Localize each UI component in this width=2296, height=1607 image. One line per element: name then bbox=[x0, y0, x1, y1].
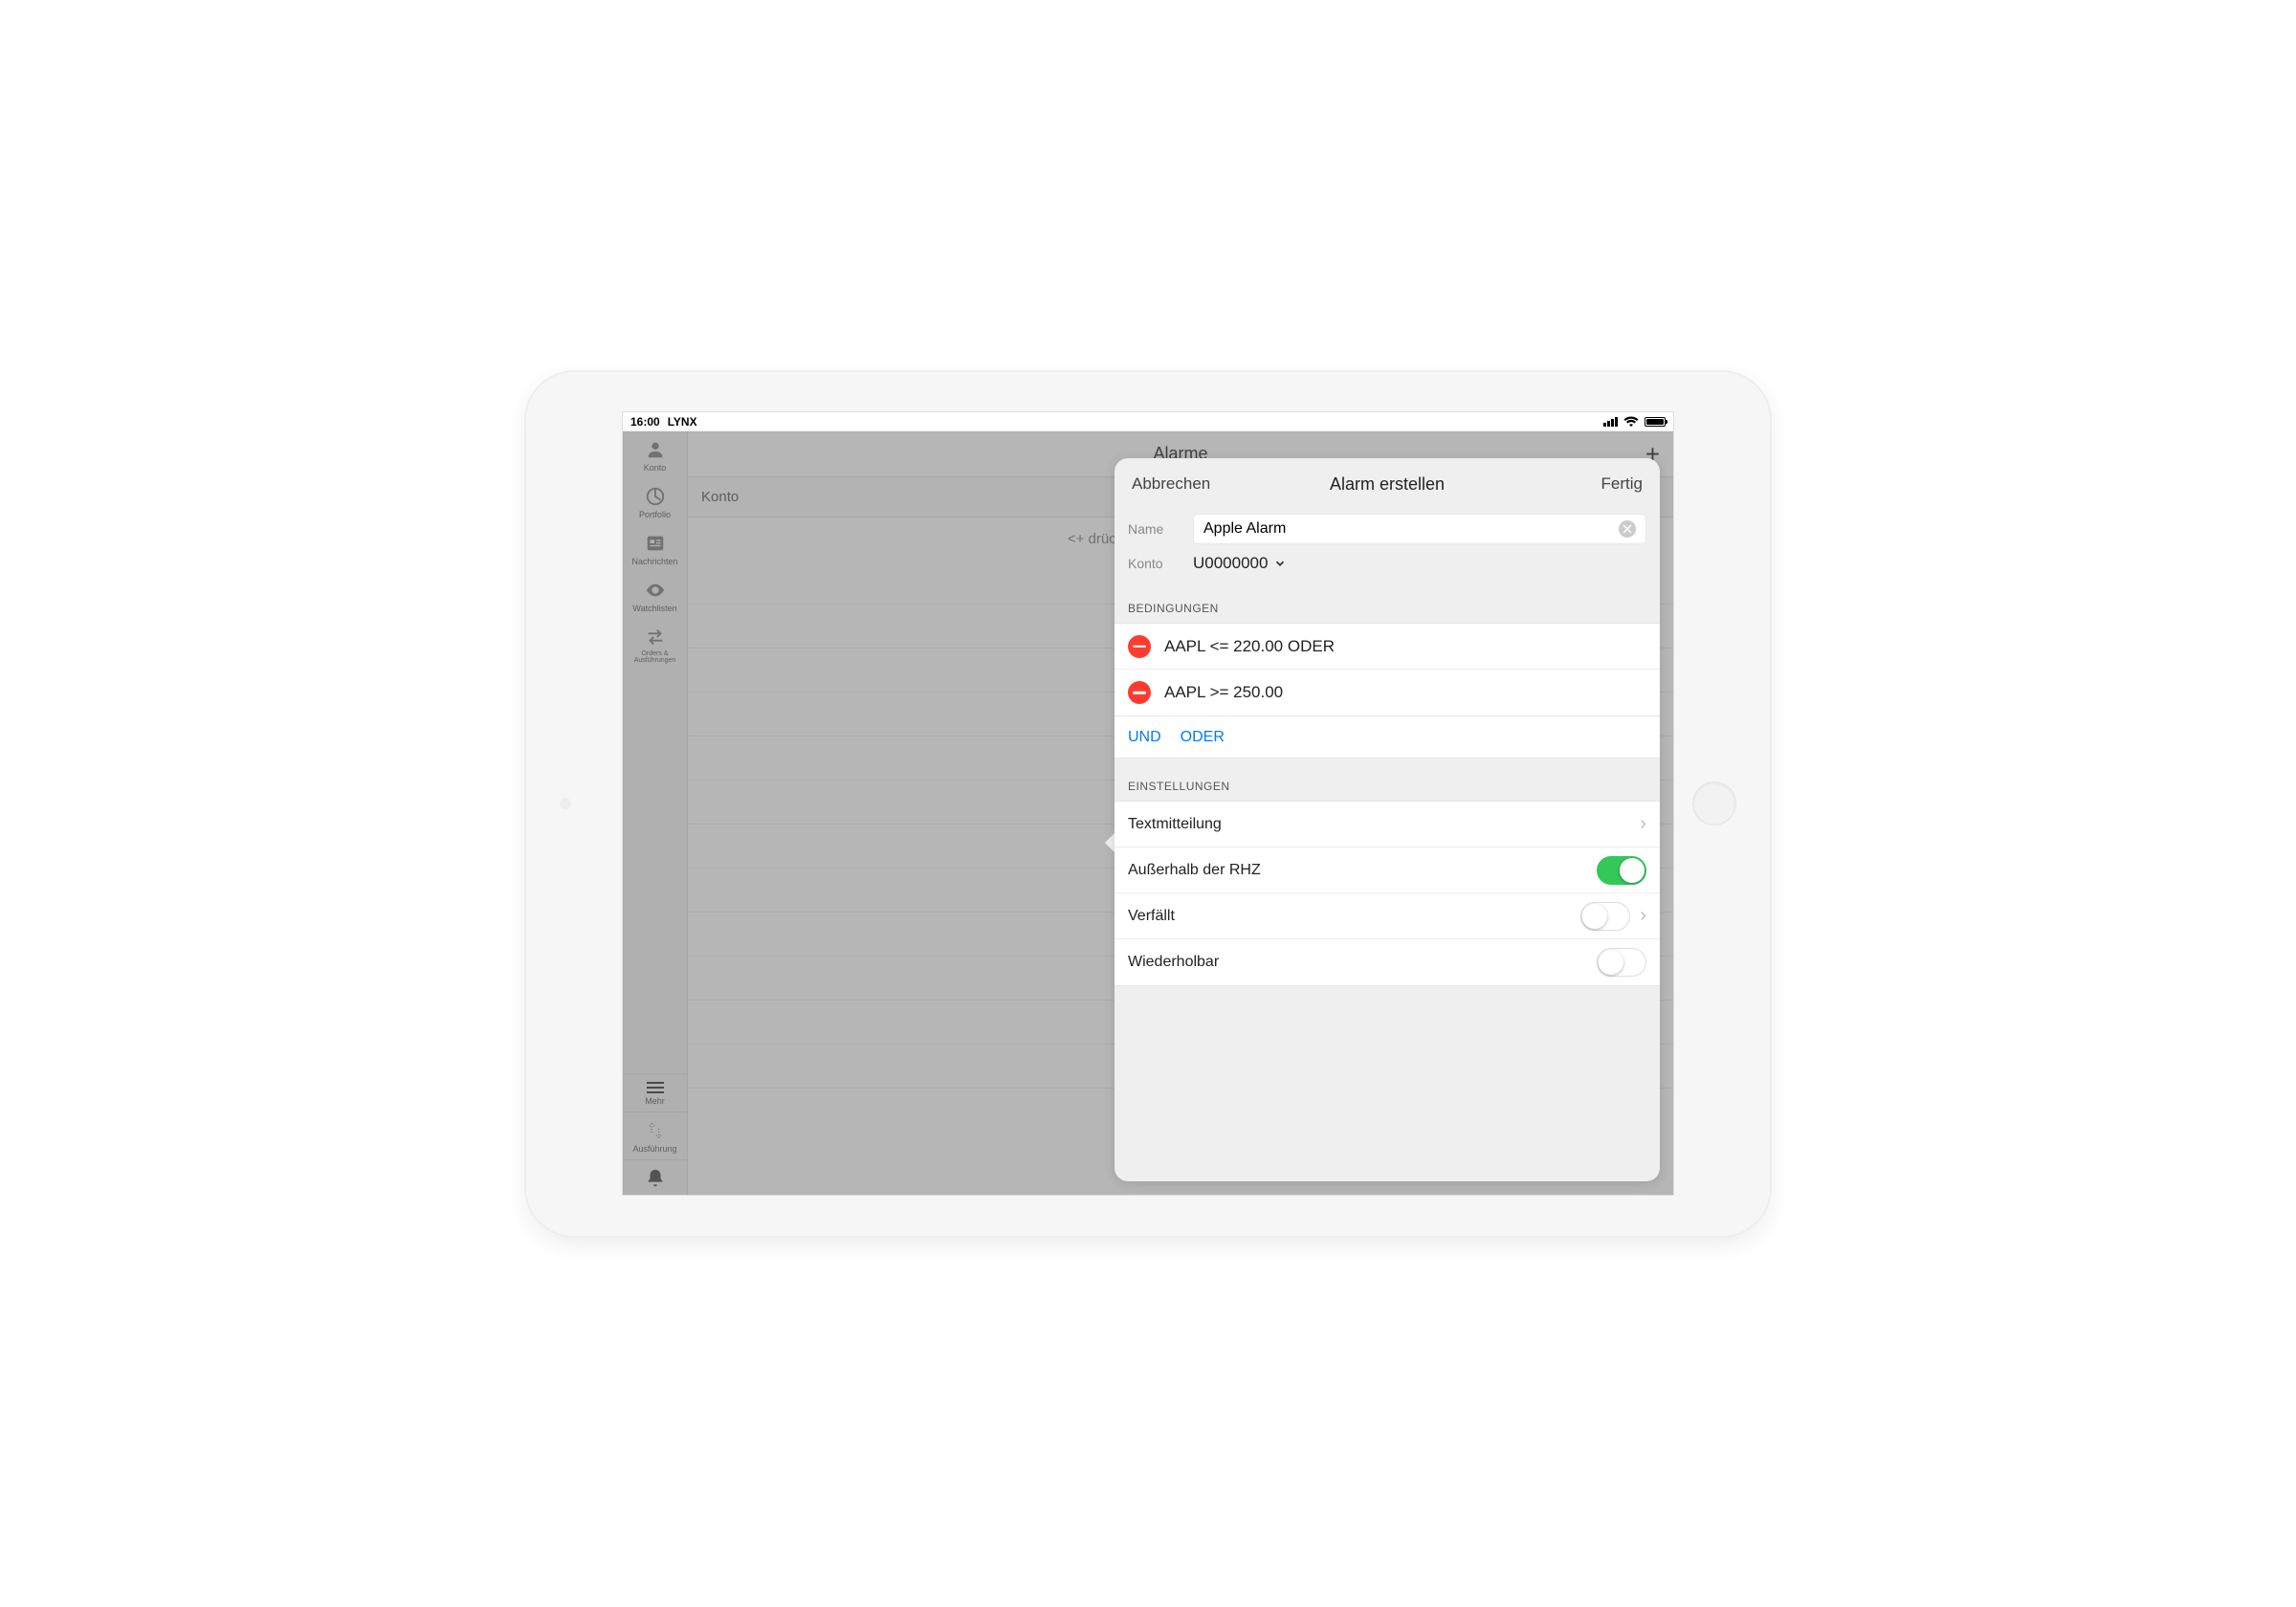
eye-icon bbox=[645, 580, 666, 601]
modal-header: Abbrechen Alarm erstellen Fertig bbox=[1115, 458, 1660, 510]
status-bar: 16:00 LYNX bbox=[623, 412, 1673, 431]
transfer-icon bbox=[645, 1120, 666, 1141]
sidebar-item-orders[interactable]: Orders & Ausführungen bbox=[623, 619, 687, 670]
sidebar-item-label: Ausführung bbox=[632, 1144, 676, 1154]
portfolio-icon bbox=[645, 486, 666, 507]
sidebar: Konto Portfolio Nachrichten Watchli bbox=[623, 431, 688, 1195]
user-icon bbox=[645, 439, 666, 460]
name-label: Name bbox=[1128, 521, 1180, 537]
sidebar-item-label: Konto bbox=[644, 463, 667, 473]
chevron-down-icon bbox=[1273, 557, 1287, 570]
battery-icon bbox=[1645, 417, 1666, 427]
screen: 16:00 LYNX Konto bbox=[622, 411, 1674, 1196]
home-button[interactable] bbox=[1692, 781, 1736, 826]
remove-condition-button[interactable] bbox=[1128, 681, 1151, 704]
setting-label: Wiederholbar bbox=[1128, 954, 1219, 971]
tablet-camera bbox=[560, 798, 571, 809]
sidebar-item-nachrichten[interactable]: Nachrichten bbox=[623, 525, 687, 572]
condition-text: AAPL <= 220.00 ODER bbox=[1164, 637, 1335, 656]
setting-label: Textmitteilung bbox=[1128, 816, 1222, 833]
sidebar-item-label: Mehr bbox=[645, 1096, 665, 1106]
setting-verfaellt[interactable]: Verfällt › bbox=[1115, 893, 1660, 939]
or-button[interactable]: ODER bbox=[1181, 729, 1225, 746]
expires-toggle[interactable] bbox=[1580, 902, 1630, 931]
conditions-header: BEDINGUNGEN bbox=[1115, 581, 1660, 623]
sidebar-item-label: Nachrichten bbox=[631, 557, 677, 566]
status-time: 16:00 bbox=[630, 415, 660, 429]
repeat-toggle[interactable] bbox=[1597, 948, 1646, 977]
rhz-toggle[interactable] bbox=[1597, 856, 1646, 885]
chevron-right-icon: › bbox=[1640, 813, 1646, 835]
name-input-wrap[interactable] bbox=[1193, 514, 1646, 544]
logic-row: UND ODER bbox=[1115, 716, 1660, 759]
tablet-frame: 16:00 LYNX Konto bbox=[526, 372, 1770, 1236]
setting-label: Außerhalb der RHZ bbox=[1128, 862, 1261, 879]
account-row[interactable]: Konto U0000000 bbox=[1115, 548, 1660, 581]
settings-list: Textmitteilung › Außerhalb der RHZ Verfä… bbox=[1115, 801, 1660, 986]
name-row: Name bbox=[1115, 510, 1660, 548]
filter-label: Konto bbox=[701, 489, 739, 505]
account-value: U0000000 bbox=[1193, 554, 1268, 573]
close-icon bbox=[1623, 524, 1632, 534]
sidebar-item-watchlisten[interactable]: Watchlisten bbox=[623, 572, 687, 619]
done-button[interactable]: Fertig bbox=[1601, 474, 1643, 494]
sidebar-item-mehr[interactable]: Mehr bbox=[623, 1073, 687, 1112]
cancel-button[interactable]: Abbrechen bbox=[1132, 474, 1210, 494]
setting-textmitteilung[interactable]: Textmitteilung › bbox=[1115, 802, 1660, 848]
arrows-icon bbox=[645, 627, 666, 648]
sidebar-item-label: Portfolio bbox=[639, 510, 671, 519]
sidebar-item-ausfuehrung[interactable]: Ausführung bbox=[623, 1112, 687, 1159]
sidebar-item-label: Orders & Ausführungen bbox=[623, 650, 687, 664]
condition-row[interactable]: AAPL >= 250.00 bbox=[1115, 670, 1660, 715]
signal-icon bbox=[1603, 417, 1618, 427]
bell-icon bbox=[645, 1168, 666, 1189]
sidebar-item-konto[interactable]: Konto bbox=[623, 431, 687, 478]
chevron-right-icon: › bbox=[1640, 905, 1646, 927]
sidebar-item-portfolio[interactable]: Portfolio bbox=[623, 478, 687, 525]
condition-row[interactable]: AAPL <= 220.00 ODER bbox=[1115, 624, 1660, 670]
app: Konto Portfolio Nachrichten Watchli bbox=[623, 431, 1673, 1195]
setting-rhz: Außerhalb der RHZ bbox=[1115, 848, 1660, 893]
sidebar-item-alarm[interactable] bbox=[623, 1159, 687, 1195]
create-alarm-modal-wrap: Abbrechen Alarm erstellen Fertig Name bbox=[1115, 458, 1660, 1181]
setting-wiederholbar: Wiederholbar bbox=[1115, 939, 1660, 985]
sidebar-item-label: Watchlisten bbox=[632, 604, 676, 613]
create-alarm-modal: Abbrechen Alarm erstellen Fertig Name bbox=[1115, 458, 1660, 1181]
menu-icon bbox=[647, 1082, 664, 1093]
setting-label: Verfällt bbox=[1128, 908, 1175, 925]
news-icon bbox=[645, 533, 666, 554]
clear-name-button[interactable] bbox=[1619, 520, 1636, 538]
condition-text: AAPL >= 250.00 bbox=[1164, 683, 1283, 702]
account-label: Konto bbox=[1128, 556, 1180, 571]
name-input[interactable] bbox=[1203, 520, 1619, 538]
status-carrier: LYNX bbox=[668, 415, 697, 429]
settings-header: EINSTELLUNGEN bbox=[1115, 759, 1660, 801]
wifi-icon bbox=[1623, 416, 1639, 428]
and-button[interactable]: UND bbox=[1128, 729, 1161, 746]
remove-condition-button[interactable] bbox=[1128, 635, 1151, 658]
conditions-list: AAPL <= 220.00 ODER AAPL >= 250.00 bbox=[1115, 623, 1660, 716]
